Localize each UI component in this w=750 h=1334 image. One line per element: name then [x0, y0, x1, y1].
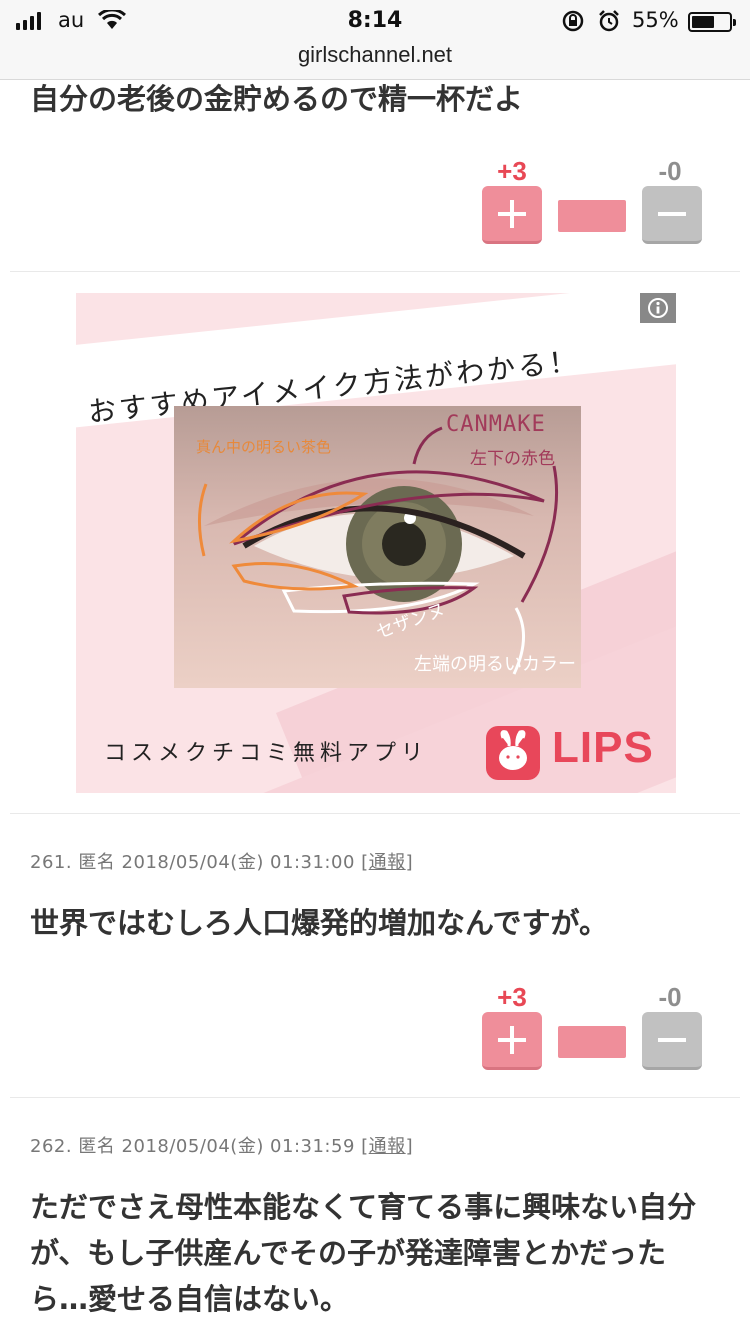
comment-body: 世界ではむしろ人口爆発的増加なんですが。 — [30, 906, 608, 940]
battery-percent: 55% — [632, 8, 679, 32]
comment-meta: 262. 匿名 2018/05/04(金) 01:31:59 [通報] — [30, 1132, 413, 1158]
comment-datetime: 2018/05/04(金) 01:31:59 — [121, 1136, 355, 1157]
ad-banner[interactable]: おすすめアイメイク方法がわかる！ CANMAKE 左下の赤色 真ん中の明るい茶色… — [76, 293, 676, 793]
vote-box: +3 -0 — [482, 982, 704, 1072]
alarm-icon — [599, 10, 619, 32]
divider — [10, 1097, 740, 1098]
vote-ratio-bar — [558, 200, 626, 232]
info-icon[interactable] — [640, 293, 676, 323]
report-link[interactable]: 通報 — [369, 1136, 406, 1157]
comment-meta: 261. 匿名 2018/05/04(金) 01:31:00 [通報] — [30, 848, 413, 874]
comment-body: ただでさえ母性本能なくて育てる事に興味ない自分 が、もし子供産んでその子が発達障… — [30, 1184, 730, 1322]
report-link[interactable]: 通報 — [369, 852, 406, 873]
plus-count: +3 — [497, 156, 527, 186]
ad-annotation: 左下の赤色 — [470, 449, 555, 469]
plus-count: +3 — [497, 982, 527, 1012]
report-close: ] — [405, 1136, 414, 1157]
ad-annotation: CANMAKE — [446, 412, 546, 437]
comment-number: 262. — [30, 1136, 73, 1157]
comment-line: が、もし子供産んでその子が発達障害とかだった — [30, 1236, 666, 1270]
status-bar: au 8:14 55% girlschannel.net — [0, 0, 750, 80]
plus-vote-button[interactable] — [482, 1012, 542, 1070]
plus-vote-button[interactable] — [482, 186, 542, 244]
minus-count: -0 — [658, 982, 682, 1012]
ad-tagline: コスメクチコミ無料アプリ — [104, 741, 429, 766]
report-close: ] — [405, 852, 414, 873]
vote-ratio-bar — [558, 1026, 626, 1058]
ad-annotation: 真ん中の明るい茶色 — [196, 438, 332, 456]
divider — [10, 271, 740, 272]
comment-line: ら…愛せる自信はない。 — [30, 1282, 350, 1316]
comment-author: 匿名 — [78, 1136, 116, 1157]
minus-vote-button[interactable] — [642, 1012, 702, 1070]
lips-brand: LIPS — [552, 723, 654, 772]
battery-icon — [688, 12, 736, 32]
comment-author: 匿名 — [78, 852, 116, 873]
comment-number: 261. — [30, 852, 73, 873]
lips-logo-icon — [486, 726, 540, 780]
ad-annotation: 左端の明るいカラー — [414, 654, 576, 675]
eye-makeup-photo: CANMAKE 左下の赤色 真ん中の明るい茶色 セザンヌ 左端の明るいカラー — [174, 406, 581, 688]
comment-line: ただでさえ母性本能なくて育てる事に興味ない自分 — [30, 1190, 697, 1224]
comment-body: 自分の老後の金貯めるので精一杯だよ — [30, 82, 524, 116]
url-bar[interactable]: girlschannel.net — [0, 42, 750, 68]
report-open: [ — [361, 852, 369, 873]
vote-box: +3 -0 — [482, 156, 704, 246]
rotation-lock-icon — [562, 10, 584, 32]
comment-datetime: 2018/05/04(金) 01:31:00 — [121, 852, 355, 873]
report-open: [ — [361, 1136, 369, 1157]
minus-count: -0 — [658, 156, 682, 186]
divider — [10, 813, 740, 814]
minus-vote-button[interactable] — [642, 186, 702, 244]
